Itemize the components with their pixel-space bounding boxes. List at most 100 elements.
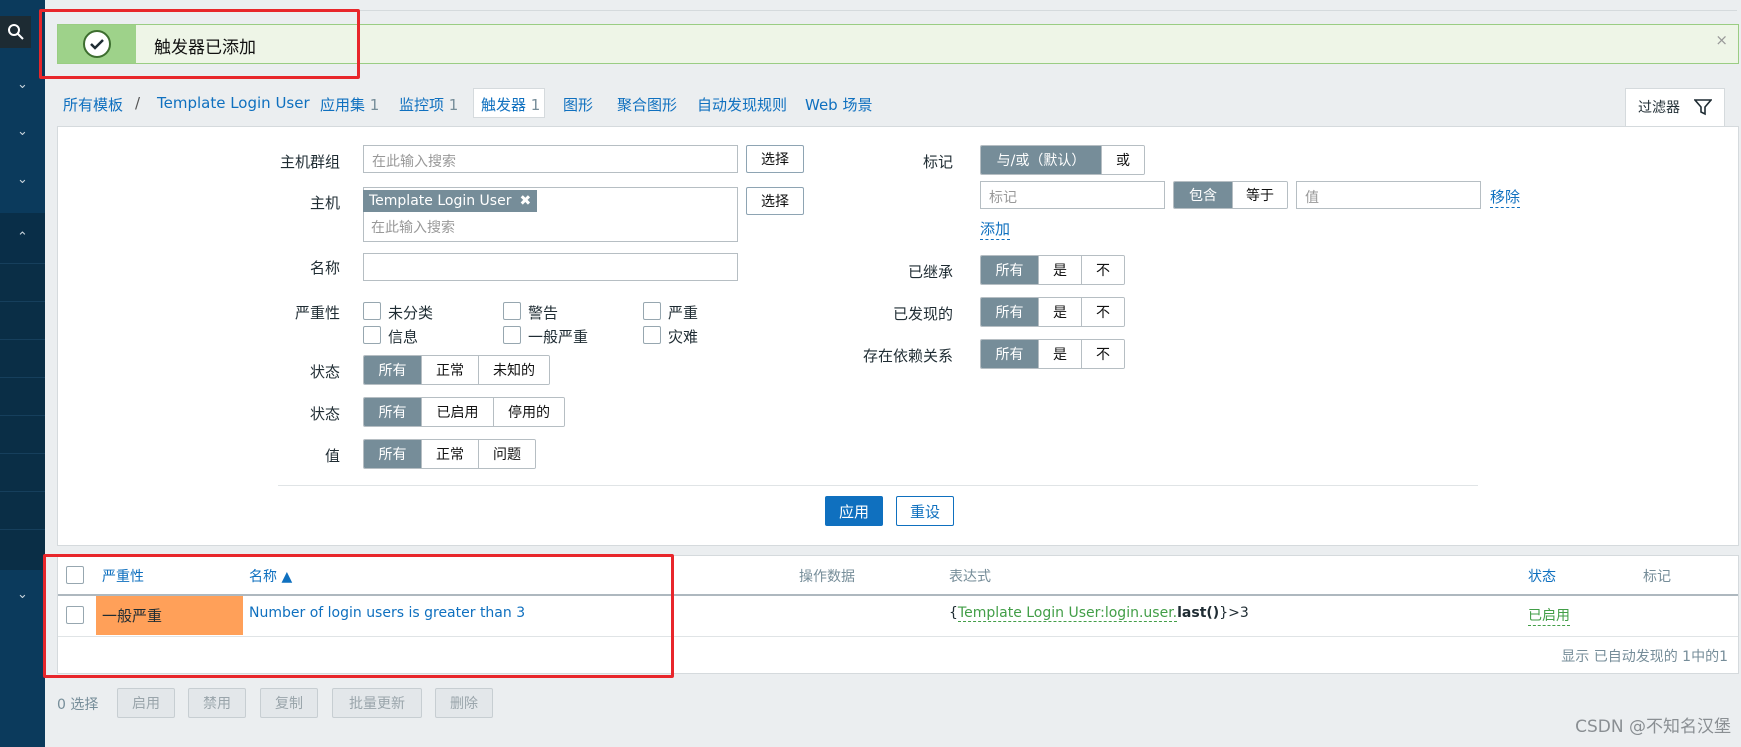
value-all-option[interactable]: 所有	[364, 440, 422, 468]
sidebar-subitem[interactable]	[0, 377, 45, 415]
enable-button[interactable]: 启用	[117, 688, 175, 718]
filter-tab-label: 过滤器	[1638, 100, 1680, 116]
tab-applications[interactable]: 应用集 1	[320, 94, 379, 115]
status-all-option[interactable]: 所有	[364, 398, 422, 426]
filter-panel: 主机群组 在此输入搜索 选择 主机 Template Login User ✖ 在…	[57, 126, 1739, 546]
severity-not-classified-checkbox[interactable]	[363, 302, 381, 320]
discovered-label: 已发现的	[892, 305, 953, 323]
delete-button[interactable]: 删除	[435, 688, 493, 718]
host-placeholder: 在此输入搜索	[371, 220, 455, 236]
tab-web-scenarios[interactable]: Web 场景	[805, 94, 872, 115]
column-header-expression: 表达式	[949, 569, 991, 585]
sidebar-subitem[interactable]	[0, 529, 45, 570]
funnel-icon	[1694, 99, 1712, 116]
breadcrumb-all-templates[interactable]: 所有模板	[63, 94, 123, 115]
sidebar-subitem[interactable]	[0, 301, 45, 339]
name-input[interactable]	[363, 253, 738, 281]
dependencies-all-option[interactable]: 所有	[981, 340, 1039, 368]
search-icon[interactable]	[0, 16, 31, 48]
tags-and-or-option[interactable]: 与/或（默认）	[981, 146, 1102, 174]
inherited-all-option[interactable]: 所有	[981, 256, 1039, 284]
disable-button[interactable]: 禁用	[188, 688, 246, 718]
host-group-input[interactable]: 在此输入搜索	[363, 145, 738, 173]
chevron-down-icon[interactable]: ⌄	[0, 107, 45, 155]
tags-label: 标记	[922, 153, 953, 171]
sidebar-subitem[interactable]	[0, 415, 45, 453]
expression-item-link[interactable]: Template Login User:login.user.	[957, 605, 1178, 622]
severity-option: 灾难	[668, 328, 699, 346]
tag-value-input[interactable]: 值	[1296, 181, 1481, 209]
chevron-up-icon[interactable]: ⌃	[0, 213, 45, 261]
tag-name-input[interactable]: 标记	[980, 181, 1165, 209]
copy-button[interactable]: 复制	[260, 688, 318, 718]
tab-discovery-rules[interactable]: 自动发现规则	[697, 94, 787, 115]
severity-warning-checkbox[interactable]	[503, 302, 521, 320]
dependencies-toggle: 所有 是 不	[980, 339, 1125, 369]
value-ok-option[interactable]: 正常	[422, 440, 479, 468]
divider	[278, 485, 1478, 486]
tag-remove-link[interactable]: 移除	[1490, 186, 1521, 208]
sidebar-subitem[interactable]	[0, 453, 45, 491]
column-header-tags: 标记	[1643, 569, 1671, 585]
close-icon[interactable]: ×	[1715, 31, 1728, 49]
tab-triggers[interactable]: 触发器 1	[481, 94, 540, 115]
reset-button[interactable]: 重设	[896, 496, 954, 526]
sidebar-subitem[interactable]	[0, 263, 45, 301]
dependencies-label: 存在依赖关系	[862, 347, 953, 365]
sidebar-subitem[interactable]	[0, 339, 45, 377]
state-unknown-option[interactable]: 未知的	[479, 356, 549, 384]
dependencies-no-option[interactable]: 不	[1082, 340, 1124, 368]
sidebar-subitem[interactable]	[0, 491, 45, 529]
name-label: 名称	[309, 259, 340, 277]
severity-average-checkbox[interactable]	[503, 326, 521, 344]
status-disabled-option[interactable]: 停用的	[494, 398, 564, 426]
tab-graphs[interactable]: 图形	[563, 94, 593, 115]
tag-add-link[interactable]: 添加	[980, 218, 1011, 240]
tags-or-option[interactable]: 或	[1102, 146, 1144, 174]
column-header-operational-data: 操作数据	[799, 569, 855, 585]
discovered-toggle: 所有 是 不	[980, 297, 1125, 327]
severity-disaster-checkbox[interactable]	[643, 326, 661, 344]
dependencies-yes-option[interactable]: 是	[1039, 340, 1082, 368]
inherited-yes-option[interactable]: 是	[1039, 256, 1082, 284]
discovered-yes-option[interactable]: 是	[1039, 298, 1082, 326]
host-group-select-button[interactable]: 选择	[746, 145, 804, 173]
column-header-status[interactable]: 状态	[1528, 566, 1556, 586]
table-footer-count: 显示 已自动发现的 1中的1	[1561, 649, 1728, 665]
inherited-no-option[interactable]: 不	[1082, 256, 1124, 284]
remove-tag-icon[interactable]: ✖	[519, 193, 531, 209]
state-all-option[interactable]: 所有	[364, 356, 422, 384]
chevron-down-icon[interactable]: ⌄	[0, 570, 45, 618]
status-label: 状态	[309, 405, 340, 423]
state-toggle: 所有 正常 未知的	[363, 355, 550, 385]
apply-button[interactable]: 应用	[825, 496, 883, 526]
tags-operator-toggle: 与/或（默认） 或	[980, 145, 1145, 175]
tag-equals-option[interactable]: 等于	[1233, 182, 1287, 208]
host-label: 主机	[309, 194, 340, 212]
breadcrumb-separator: /	[135, 94, 141, 112]
inherited-label: 已继承	[907, 263, 953, 281]
tag-contains-option[interactable]: 包含	[1174, 182, 1233, 208]
status-enabled-link[interactable]: 已启用	[1528, 605, 1570, 626]
filter-tab[interactable]: 过滤器	[1625, 88, 1725, 127]
severity-high-checkbox[interactable]	[643, 302, 661, 320]
breadcrumb-template[interactable]: Template Login User	[157, 94, 310, 112]
inherited-toggle: 所有 是 不	[980, 255, 1125, 285]
severity-option: 未分类	[388, 304, 434, 322]
watermark: CSDN @不知名汉堡	[1575, 717, 1731, 737]
tab-screens[interactable]: 聚合图形	[617, 94, 677, 115]
discovered-no-option[interactable]: 不	[1082, 298, 1124, 326]
chevron-down-icon[interactable]: ⌄	[0, 155, 45, 203]
value-toggle: 所有 正常 问题	[363, 439, 536, 469]
tab-items[interactable]: 监控项 1	[399, 94, 458, 115]
status-toggle: 所有 已启用 停用的	[363, 397, 565, 427]
expression-cell: {Template Login User:login.user.last()}>…	[949, 605, 1249, 622]
severity-information-checkbox[interactable]	[363, 326, 381, 344]
host-select-button[interactable]: 选择	[746, 187, 804, 215]
severity-option: 一般严重	[528, 328, 589, 346]
discovered-all-option[interactable]: 所有	[981, 298, 1039, 326]
value-problem-option[interactable]: 问题	[479, 440, 535, 468]
state-normal-option[interactable]: 正常	[422, 356, 479, 384]
status-enabled-option[interactable]: 已启用	[422, 398, 494, 426]
mass-update-button[interactable]: 批量更新	[332, 688, 422, 718]
